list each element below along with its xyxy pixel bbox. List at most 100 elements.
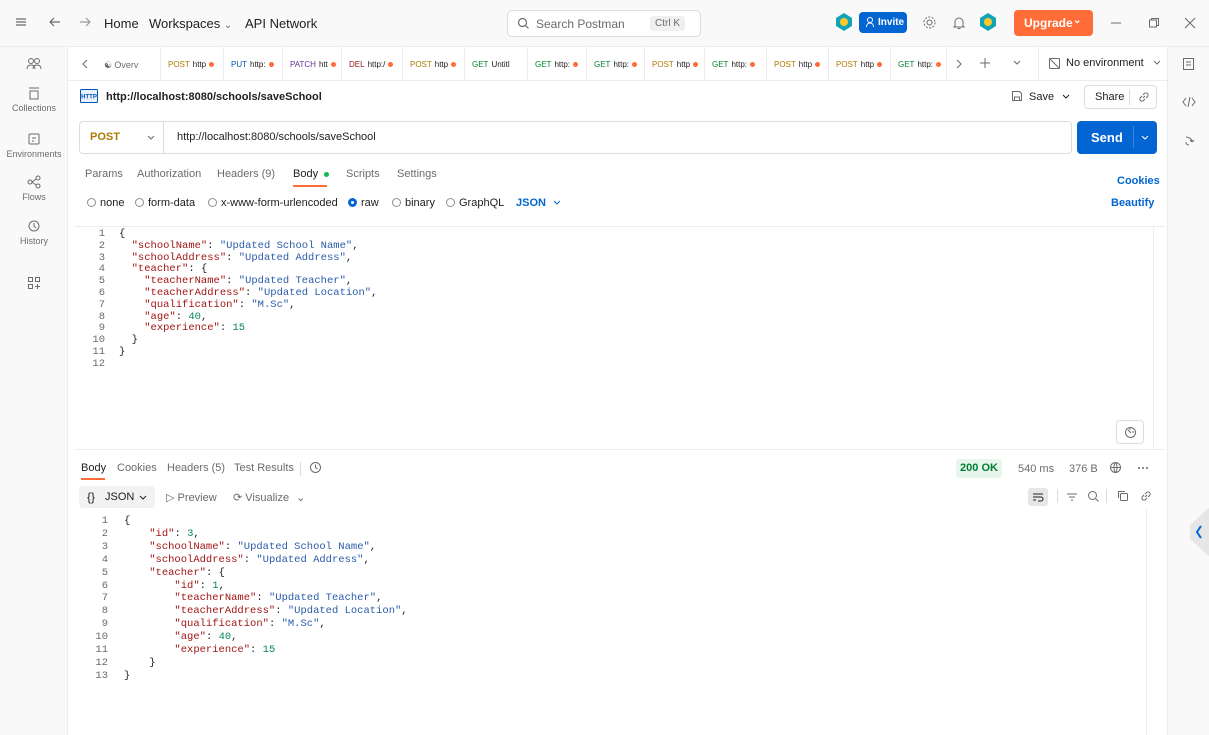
- tab-authorization[interactable]: Authorization: [137, 168, 201, 180]
- sidebar-item-collections[interactable]: Collections: [0, 86, 68, 113]
- scrollbar[interactable]: [1153, 227, 1165, 449]
- history-icon[interactable]: [309, 461, 322, 474]
- send-label: Send: [1091, 130, 1123, 145]
- code-text: "teacherAddress": "Updated Location",: [174, 605, 408, 618]
- restore-icon[interactable]: [1148, 17, 1160, 29]
- profile-avatar-icon[interactable]: [978, 12, 998, 32]
- status-badge[interactable]: 200 OK: [956, 459, 1002, 478]
- beautify-link[interactable]: Beautify: [1111, 197, 1154, 209]
- link-icon[interactable]: [1140, 490, 1152, 502]
- tab-params[interactable]: Params: [85, 168, 123, 180]
- tab-request[interactable]: DEL http:/: [343, 47, 403, 81]
- search-icon[interactable]: [1087, 490, 1100, 503]
- forward-arrow-icon[interactable]: [78, 15, 92, 29]
- team-avatar-icon[interactable]: [834, 12, 854, 32]
- minimize-icon[interactable]: [1110, 17, 1122, 29]
- resp-tab-headers[interactable]: Headers (5): [167, 462, 225, 474]
- code-icon[interactable]: [1182, 96, 1196, 108]
- tab-body[interactable]: Body: [293, 168, 330, 180]
- environment-selector[interactable]: No environment: [1038, 47, 1167, 81]
- tab-headers[interactable]: Headers (9): [217, 168, 275, 180]
- filter-icon[interactable]: [1066, 491, 1078, 503]
- line-number: 9: [101, 618, 108, 631]
- url-input[interactable]: http://localhost:8080/schools/saveSchool: [177, 131, 376, 143]
- save-button[interactable]: Save: [1005, 85, 1083, 109]
- tab-request[interactable]: POST http: [162, 47, 224, 81]
- expand-panel-button[interactable]: [1188, 507, 1209, 557]
- invite-button[interactable]: Invite: [859, 12, 907, 33]
- radio-urlencoded[interactable]: x-www-form-urlencoded: [208, 197, 338, 209]
- response-body-viewer[interactable]: 1{2 "id": 3, 3 "schoolName": "Updated Sch…: [75, 509, 1165, 735]
- copy-icon[interactable]: [1117, 490, 1129, 502]
- tab-request[interactable]: POST http: [830, 47, 891, 81]
- tab-request[interactable]: PATCH htt: [284, 47, 342, 81]
- send-button[interactable]: Send: [1077, 121, 1157, 154]
- tab-request[interactable]: GET http:: [706, 47, 767, 81]
- share-label: Share: [1095, 91, 1125, 103]
- nav-api-network[interactable]: API Network: [245, 16, 317, 31]
- menu-icon[interactable]: [14, 15, 28, 29]
- tab-overview[interactable]: ☯ Overv: [98, 47, 161, 81]
- tab-request[interactable]: PUT http:: [225, 47, 283, 81]
- tab-request[interactable]: GET http:: [588, 47, 645, 81]
- sidebar-item-history[interactable]: History: [0, 219, 68, 246]
- resp-tab-body[interactable]: Body: [81, 462, 106, 474]
- nav-home[interactable]: Home: [104, 16, 139, 31]
- wrap-lines-button[interactable]: [1028, 488, 1048, 506]
- format-select[interactable]: JSON: [516, 197, 562, 209]
- search-input[interactable]: Search Postman Ctrl K: [507, 10, 701, 37]
- cookies-link[interactable]: Cookies: [1117, 175, 1160, 187]
- upgrade-button[interactable]: Upgrade ⌄: [1014, 10, 1093, 36]
- sidebar-item-team[interactable]: [0, 57, 68, 74]
- request-title[interactable]: http://localhost:8080/schools/saveSchool: [106, 91, 322, 103]
- chevron-down-icon[interactable]: [1012, 58, 1022, 68]
- resp-tab-tests[interactable]: Test Results: [234, 462, 294, 474]
- tab-request[interactable]: POST http: [768, 47, 829, 81]
- visualize-helper-button[interactable]: [1116, 420, 1144, 444]
- response-size[interactable]: 376 B: [1069, 463, 1098, 475]
- tab-scripts[interactable]: Scripts: [346, 168, 380, 180]
- response-time[interactable]: 540 ms: [1018, 463, 1054, 475]
- unsaved-dot: [693, 62, 699, 68]
- docs-icon[interactable]: [1182, 57, 1195, 71]
- plus-icon[interactable]: [979, 57, 991, 69]
- visualize-button[interactable]: ⟳ Visualize ⌄: [233, 491, 305, 504]
- back-arrow-icon[interactable]: [48, 15, 62, 29]
- sidebar-item-flows[interactable]: Flows: [0, 175, 68, 202]
- scrollbar[interactable]: [1146, 509, 1147, 735]
- resp-tab-cookies[interactable]: Cookies: [117, 462, 157, 474]
- tab-settings[interactable]: Settings: [397, 168, 437, 180]
- tab-method: GET: [472, 60, 489, 69]
- preview-button[interactable]: ▷ Preview: [166, 491, 217, 504]
- tab-request[interactable]: GET http:: [529, 47, 587, 81]
- request-body-editor[interactable]: 1{2 "schoolName": "Updated School Name",…: [75, 226, 1165, 450]
- tab-request[interactable]: POST http: [404, 47, 465, 81]
- sidebar-item-add-apps[interactable]: [0, 276, 68, 293]
- radio-raw[interactable]: raw: [348, 197, 379, 209]
- code-text: "experience": 15: [174, 644, 276, 657]
- tab-request[interactable]: GET http:: [892, 47, 947, 81]
- radio-circle-selected: [348, 198, 357, 207]
- radio-form-data[interactable]: form-data: [135, 197, 195, 209]
- response-format-select[interactable]: {} JSON: [79, 486, 155, 508]
- more-options-icon[interactable]: [1137, 466, 1149, 470]
- radio-binary[interactable]: binary: [392, 197, 435, 209]
- tab-request[interactable]: POST http: [646, 47, 705, 81]
- sidebar-item-environments[interactable]: Environments: [0, 132, 68, 159]
- radio-none[interactable]: none: [87, 197, 124, 209]
- no-environment-icon: [1048, 57, 1061, 70]
- related-icon[interactable]: [1183, 134, 1195, 148]
- bell-icon[interactable]: [952, 15, 966, 30]
- globe-icon[interactable]: [1109, 461, 1122, 474]
- code-line: 3 "schoolAddress": "Updated Address",: [75, 252, 1155, 265]
- nav-workspaces[interactable]: Workspaces ⌄: [149, 16, 232, 31]
- settings-icon[interactable]: [922, 15, 937, 30]
- tab-request[interactable]: GET Untitl: [466, 47, 528, 81]
- share-button[interactable]: Share: [1084, 85, 1157, 109]
- chevron-left-icon[interactable]: [80, 58, 90, 70]
- close-icon[interactable]: [1184, 17, 1196, 29]
- radio-graphql[interactable]: GraphQL: [446, 197, 504, 209]
- chevron-right-icon[interactable]: [954, 58, 964, 70]
- tab-method: GET: [898, 60, 915, 69]
- method-select[interactable]: POST: [80, 122, 164, 153]
